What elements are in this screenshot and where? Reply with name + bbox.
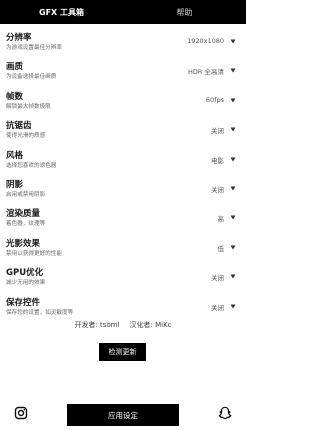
- setting-value: 低: [217, 244, 225, 253]
- caret-down-icon[interactable]: [229, 272, 237, 281]
- setting-title: 风格: [6, 150, 24, 161]
- setting-value: 高: [217, 215, 225, 224]
- setting-subtitle: 解锁最大帧数极限: [6, 103, 51, 110]
- setting-render-quality[interactable]: 渲染质量 着色器，纹理等 高: [0, 204, 246, 233]
- setting-subtitle: 减少无用的效果: [6, 280, 46, 287]
- setting-subtitle: 启用或禁用阴影: [6, 191, 46, 198]
- setting-title: 帧数: [6, 91, 24, 102]
- setting-title: 分辨率: [6, 33, 32, 43]
- apply-settings-button[interactable]: 应用设定: [67, 404, 179, 426]
- setting-title: 抗锯齿: [6, 121, 32, 132]
- tab-help[interactable]: 帮助: [123, 0, 246, 24]
- caret-down-icon[interactable]: [229, 125, 237, 134]
- setting-title: GPU优化: [6, 268, 44, 279]
- setting-value: 关闭: [211, 274, 224, 283]
- setting-value: 关闭: [211, 303, 224, 312]
- settings-list: 分辨率 为游戏设置最佳分辨率 1920x1080 画质 为设备选择最佳画质 HD…: [0, 28, 246, 322]
- setting-subtitle: 保存您的设置，如灵敏度等: [6, 309, 74, 316]
- developer-credit: 开发者: tsoml: [74, 321, 120, 329]
- setting-gpu-optimization[interactable]: GPU优化 减少无用的效果 关闭: [0, 263, 246, 292]
- translator-credit: 汉化者: MiKc: [129, 321, 172, 329]
- caret-down-icon[interactable]: [229, 302, 237, 311]
- caret-down-icon[interactable]: [229, 213, 237, 222]
- setting-title: 渲染质量: [6, 209, 41, 220]
- setting-subtitle: 为游戏设置最佳分辨率: [6, 45, 62, 51]
- instagram-icon[interactable]: [14, 406, 28, 420]
- caret-down-icon[interactable]: [229, 96, 237, 105]
- setting-save-controls[interactable]: 保存控件 保存您的设置，如灵敏度等 关闭: [0, 293, 246, 322]
- setting-style[interactable]: 风格 选择您喜欢的滤色器 电影: [0, 146, 246, 175]
- setting-value: 电影: [211, 156, 224, 165]
- caret-down-icon[interactable]: [229, 243, 237, 252]
- setting-subtitle: 为设备选择最佳画质: [6, 74, 57, 81]
- caret-down-icon[interactable]: [229, 37, 237, 46]
- setting-subtitle: 着色器，纹理等: [6, 221, 46, 228]
- setting-shadows[interactable]: 阴影 启用或禁用阴影 关闭: [0, 175, 246, 204]
- setting-title: 保存控件: [6, 297, 41, 308]
- setting-title: 画质: [6, 62, 24, 73]
- setting-light-effects[interactable]: 光影效果 禁用以获得更好的性能 低: [0, 234, 246, 263]
- check-update-button[interactable]: 检测更新: [99, 343, 146, 361]
- tab-gfx-toolbox[interactable]: GFX 工具箱: [0, 0, 123, 24]
- setting-graphics[interactable]: 画质 为设备选择最佳画质 HDR 全高清: [0, 57, 246, 86]
- snapchat-icon[interactable]: [218, 406, 232, 420]
- setting-value: 关闭: [211, 185, 224, 194]
- setting-title: 光影效果: [6, 238, 41, 249]
- caret-down-icon[interactable]: [229, 66, 237, 75]
- setting-title: 阴影: [6, 179, 24, 190]
- setting-value: 60fps: [205, 95, 224, 104]
- caret-down-icon[interactable]: [229, 155, 237, 164]
- setting-value: 关闭: [211, 127, 224, 136]
- top-tab-bar: GFX 工具箱 帮助: [0, 0, 246, 24]
- setting-anti-aliasing[interactable]: 抗锯齿 使得光滑的质感 关闭: [0, 116, 246, 145]
- caret-down-icon[interactable]: [229, 184, 237, 193]
- setting-subtitle: 使得光滑的质感: [6, 133, 46, 140]
- setting-subtitle: 选择您喜欢的滤色器: [6, 162, 57, 169]
- setting-resolution[interactable]: 分辨率 为游戏设置最佳分辨率 1920x1080: [0, 28, 246, 57]
- setting-value: 1920x1080: [187, 37, 224, 45]
- setting-fps[interactable]: 帧数 解锁最大帧数极限 60fps: [0, 87, 246, 116]
- credits-line: 开发者: tsoml 汉化者: MiKc: [0, 320, 246, 330]
- setting-value: HDR 全高清: [188, 68, 224, 77]
- setting-subtitle: 禁用以获得更好的性能: [6, 250, 62, 257]
